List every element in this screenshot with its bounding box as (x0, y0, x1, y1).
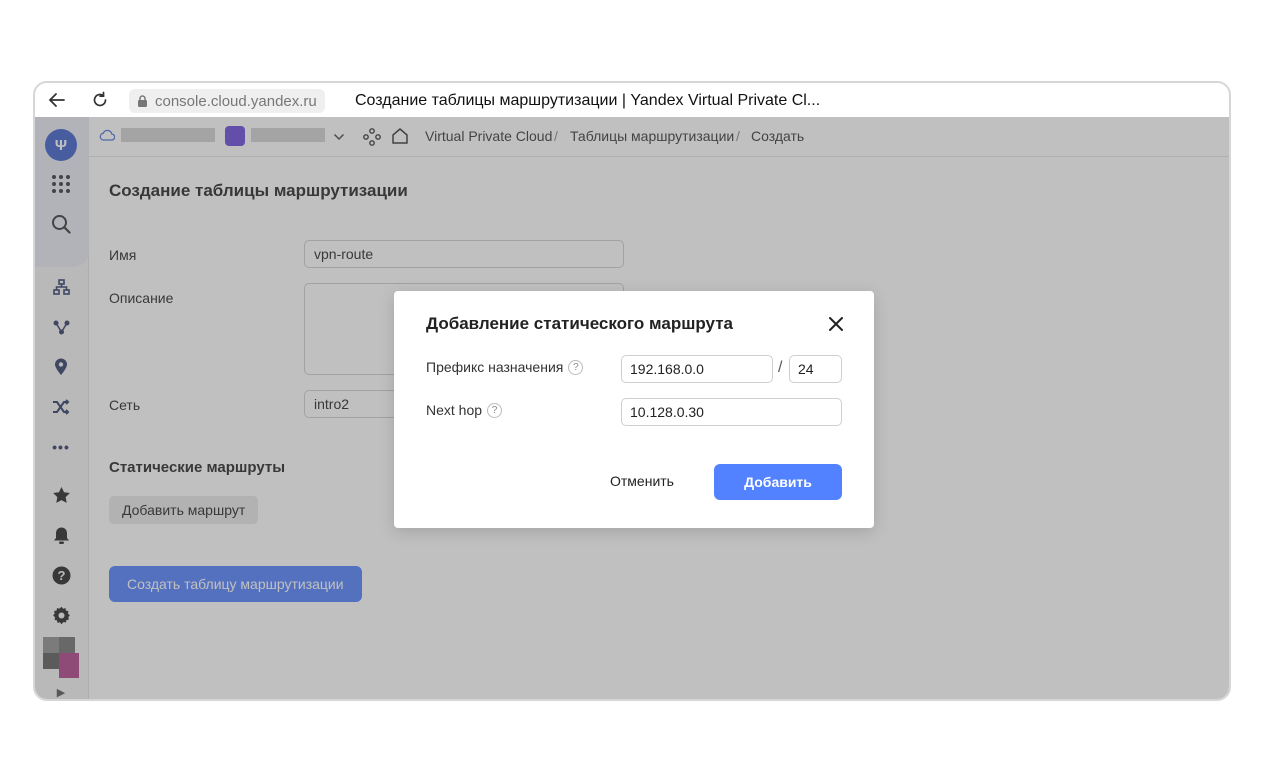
reload-icon[interactable] (90, 90, 110, 110)
add-button[interactable]: Добавить (714, 464, 842, 500)
prefix-input[interactable]: 192.168.0.0 (621, 355, 773, 383)
prefix-label-row: Префикс назначения ? (426, 359, 584, 375)
url-field[interactable]: console.cloud.yandex.ru (129, 89, 325, 113)
next-hop-label-row: Next hop ? (426, 402, 503, 418)
prefix-mask-input[interactable]: 24 (789, 355, 842, 383)
address-bar: console.cloud.yandex.ru Создание таблицы… (35, 83, 1229, 117)
back-arrow-icon[interactable] (47, 90, 67, 110)
tab-title: Создание таблицы маршрутизации | Yandex … (355, 92, 821, 109)
help-circle-icon[interactable]: ? (568, 359, 584, 375)
add-static-route-modal: Добавление статического маршрута Префикс… (394, 291, 874, 528)
modal-title: Добавление статического маршрута (426, 314, 733, 333)
close-icon[interactable] (826, 314, 846, 334)
url-text: console.cloud.yandex.ru (155, 92, 317, 110)
help-circle-icon[interactable]: ? (487, 402, 503, 418)
next-hop-input[interactable]: 10.128.0.30 (621, 398, 842, 426)
browser-window: console.cloud.yandex.ru Создание таблицы… (33, 81, 1231, 701)
prefix-slash: / (778, 359, 783, 376)
prefix-label: Префикс назначения (426, 359, 564, 375)
lock-icon (137, 95, 148, 112)
cancel-button[interactable]: Отменить (610, 473, 674, 489)
next-hop-label: Next hop (426, 402, 483, 418)
